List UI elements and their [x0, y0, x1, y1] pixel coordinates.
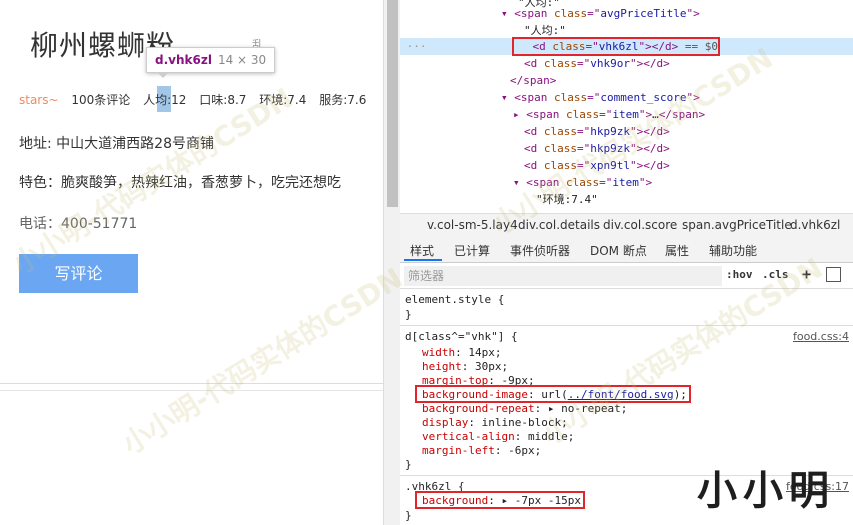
new-rule-button[interactable]: + [802, 265, 811, 283]
dom-line-avgPriceTitle[interactable]: ▾ <span class="avgPriceTitle"> [501, 5, 700, 22]
web-page: 柳州螺蛳粉 乱 d.vhk6zl 14 × 30 stars~ 100条评论 人均… [0, 0, 383, 525]
dom-line[interactable]: ▸ <span class="item">…</span> [513, 106, 705, 123]
phone: 电话：400-51771 [19, 216, 138, 232]
features: 特色：脆爽酸笋，热辣红油，香葱萝卜，吃完还想吃 [19, 175, 341, 191]
rule-close: } [405, 509, 412, 522]
tab-accessibility[interactable]: 辅助功能 [709, 242, 757, 259]
tooltip-element-size: 14 × 30 [217, 53, 267, 67]
toggle-sidebar-icon[interactable] [826, 267, 841, 282]
tooltip-element-name: d.vhk6zl [155, 53, 212, 67]
dom-line[interactable]: <d class="xpn9tl"></d> [524, 157, 670, 174]
breadcrumb-item[interactable]: span.avgPriceTitle [682, 218, 792, 232]
tab-styles[interactable]: 样式 [410, 242, 434, 259]
dom-line[interactable]: </span> [510, 72, 556, 89]
inspect-tooltip: d.vhk6zl 14 × 30 [146, 47, 276, 78]
scrollbar-thumb[interactable] [387, 0, 398, 207]
rule-close: } [405, 308, 412, 321]
breadcrumb-item[interactable]: v.col-sm-5.lay4 [427, 218, 518, 232]
divider [0, 390, 383, 391]
prop-vertical-align[interactable]: vertical-align: middle; [422, 430, 574, 443]
divider [400, 325, 853, 326]
taste-score: 口味:8.7 [199, 93, 247, 107]
divider [0, 383, 383, 384]
rating-row: stars~ 100条评论 人均:12 口味:8.7 环境:7.4 服务:7.6 [19, 91, 375, 108]
avg-price: 人均:12 [143, 93, 187, 107]
breadcrumb-item[interactable]: div.col.details [518, 218, 600, 232]
page-scrollbar[interactable] [383, 0, 401, 525]
dom-line-comment-score[interactable]: ▾ <span class="comment_score"> [501, 89, 700, 106]
filter-bar: 筛选器 :hov .cls + [400, 264, 853, 289]
annotation-box [512, 37, 720, 56]
devtools-panel: "人均:" ▾ <span class="avgPriceTitle"> "人均… [400, 0, 853, 525]
annotation-box [415, 491, 585, 509]
hov-toggle[interactable]: :hov [726, 268, 753, 281]
rule1-source-link[interactable]: food.css:4 [793, 330, 849, 343]
tab-computed[interactable]: 已计算 [454, 242, 490, 259]
write-review-button[interactable]: 写评论 [19, 254, 138, 293]
author-signature: 小小明 [697, 467, 835, 514]
breadcrumb-item[interactable]: div.col.score [603, 218, 677, 232]
dom-line[interactable]: <d class="hkp9zk"></d> [524, 140, 670, 157]
prop-margin-left[interactable]: margin-left: -6px; [422, 444, 541, 457]
prop-height[interactable]: height: 30px; [422, 360, 508, 373]
dom-line[interactable]: <d class="hkp9zk"></d> [524, 123, 670, 140]
elements-tree[interactable]: "人均:" ▾ <span class="avgPriceTitle"> "人均… [400, 0, 853, 212]
environment-score: 环境:7.4 [259, 93, 307, 107]
filter-input[interactable]: 筛选器 [404, 266, 722, 286]
annotation-box [415, 385, 691, 403]
dom-line[interactable]: <d class="vhk9or"></d> [524, 55, 670, 72]
service-score: 服务:7.6 [319, 93, 367, 107]
sidebar-tabs: 样式 已计算 事件侦听器 DOM 断点 属性 辅助功能 [400, 236, 853, 263]
tab-event-listeners[interactable]: 事件侦听器 [510, 242, 570, 259]
rule1-selector[interactable]: d[class^="vhk"] { [405, 330, 518, 343]
stars-label: stars~ [19, 93, 59, 107]
element-style-selector[interactable]: element.style { [405, 293, 504, 306]
prop-display[interactable]: display: inline-block; [422, 416, 568, 429]
prop-background-repeat[interactable]: background-repeat: ▸ no-repeat; [422, 402, 627, 415]
tab-dom-breakpoints[interactable]: DOM 断点 [590, 242, 647, 259]
tab-properties[interactable]: 属性 [665, 242, 689, 259]
prop-width[interactable]: width: 14px; [422, 346, 502, 359]
dom-line[interactable]: ▾ <span class="item"> [513, 174, 652, 191]
breadcrumb: v.col-sm-5.lay4 div.col.details div.col.… [400, 213, 853, 237]
dom-text-node[interactable]: "环境:7.4" [536, 191, 598, 208]
review-count[interactable]: 100条评论 [71, 93, 130, 107]
breadcrumb-item[interactable]: d.vhk6zl [790, 218, 840, 232]
active-tab-indicator [404, 259, 442, 261]
address: 地址: 中山大道浦西路28号商铺 [19, 136, 214, 152]
cls-toggle[interactable]: .cls [762, 268, 789, 281]
rule-close: } [405, 458, 412, 471]
